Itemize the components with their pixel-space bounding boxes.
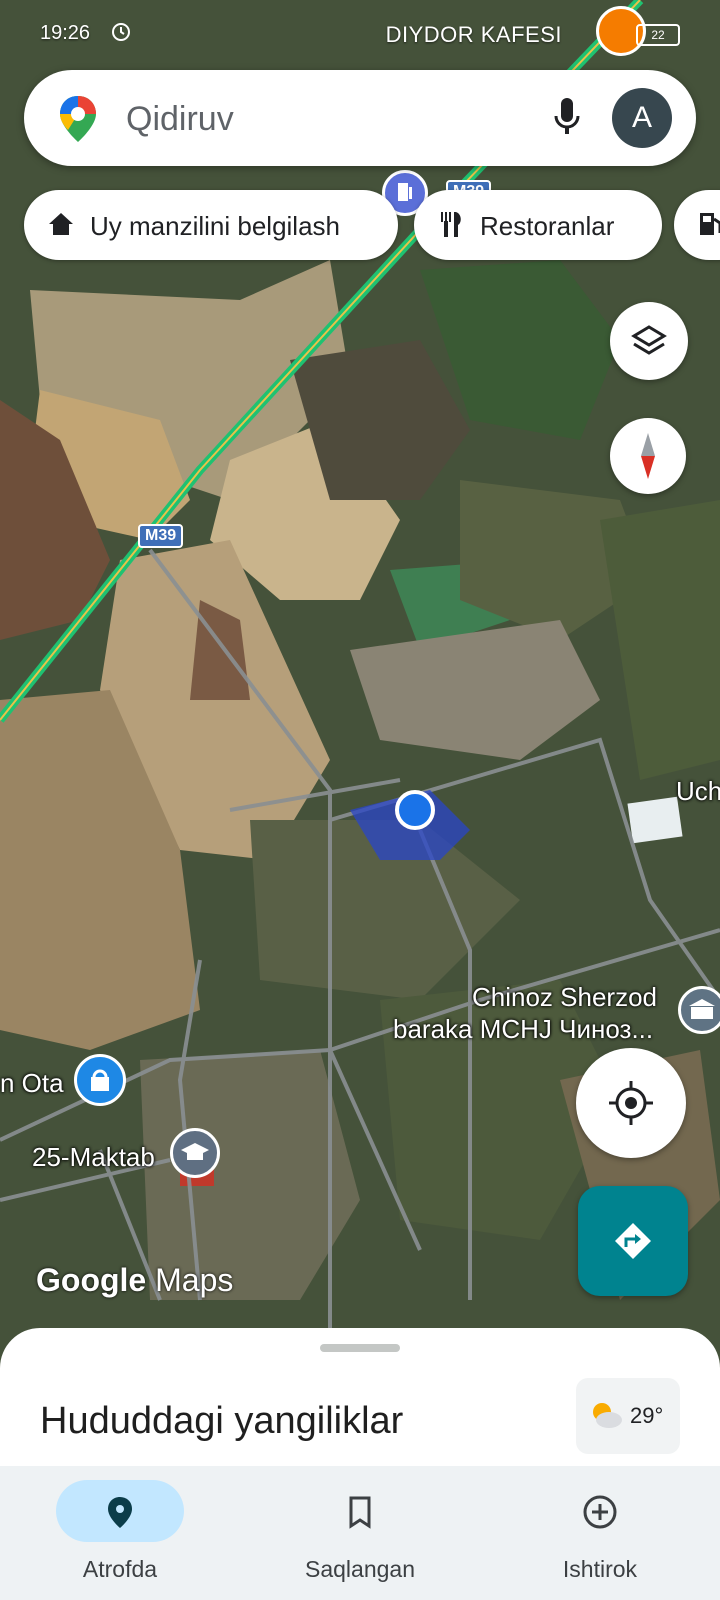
sheet-drag-handle[interactable] — [320, 1344, 400, 1352]
status-time: 19:26 — [40, 22, 91, 44]
nav-label-saved: Saqlangan — [305, 1556, 415, 1582]
place-label-uch[interactable]: Uch — [676, 776, 720, 807]
watermark-google: Google — [36, 1262, 147, 1298]
location-pin-icon — [108, 1497, 132, 1528]
add-circle-icon — [583, 1495, 617, 1529]
nav-item-saved[interactable]: Saqlangan — [240, 1466, 480, 1600]
google-maps-pin-icon — [58, 94, 98, 149]
crosshair-icon — [609, 1081, 653, 1125]
weather-chip[interactable]: 29° — [576, 1378, 680, 1454]
home-icon — [46, 209, 76, 246]
nav-item-explore[interactable]: Atrofda — [0, 1466, 240, 1600]
nav-label-contribute: Ishtirok — [562, 1556, 638, 1582]
account-avatar[interactable]: A — [612, 88, 672, 148]
nav-item-contribute[interactable]: Ishtirok — [480, 1466, 720, 1600]
compass-icon — [641, 433, 655, 479]
layers-icon — [631, 325, 667, 355]
weather-temperature: 29° — [630, 1403, 664, 1428]
microphone-icon[interactable] — [552, 96, 582, 143]
directions-icon — [615, 1223, 651, 1259]
status-place-label: DIYDOR KAFESI — [385, 22, 562, 47]
compass-button[interactable] — [610, 418, 686, 494]
battery-icon: 22 — [636, 24, 680, 46]
bottom-sheet[interactable]: Hududdagi yangiliklar 29° — [0, 1328, 720, 1468]
shopping-pin-icon[interactable] — [74, 1054, 126, 1106]
place-label-25-maktab[interactable]: 25-Maktab — [32, 1142, 155, 1173]
chip-home-label: Uy manzilini belgilash — [90, 211, 340, 241]
place-label-ota[interactable]: n Ota — [0, 1068, 64, 1099]
bottom-navigation: Atrofda Saqlangan Ishtirok — [0, 1466, 720, 1600]
layers-button[interactable] — [610, 302, 688, 380]
my-location-button[interactable] — [576, 1048, 686, 1158]
gas-station-icon — [696, 209, 720, 246]
search-bar[interactable]: Qidiruv A — [24, 70, 696, 166]
watermark-maps: Maps — [155, 1262, 234, 1298]
chip-home-address[interactable]: Uy manzilini belgilash — [24, 190, 398, 260]
sheet-title: Hududdagi yangiliklar — [40, 1400, 404, 1442]
chip-restaurants-label: Restoranlar — [480, 211, 615, 241]
chip-restaurants[interactable]: Restoranlar — [414, 190, 662, 260]
place-label-chinoz-sherzod-line2[interactable]: baraka MCHJ Чиноз... — [393, 1014, 653, 1045]
partly-cloudy-icon — [593, 1403, 622, 1428]
status-bar: 19:26 DIYDOR KAFESI 22 — [40, 18, 680, 52]
place-label-chinoz-sherzod[interactable]: Chinoz Sherzod — [472, 982, 657, 1013]
nav-label-explore: Atrofda — [82, 1556, 158, 1582]
search-input[interactable]: Qidiruv — [126, 100, 234, 139]
google-maps-watermark: Google Maps — [36, 1262, 233, 1299]
alarm-icon — [110, 20, 132, 48]
bookmark-icon — [349, 1496, 371, 1529]
bank-pin-icon[interactable] — [678, 986, 720, 1034]
restaurant-icon — [436, 209, 466, 246]
school-pin-icon[interactable] — [170, 1128, 220, 1178]
road-shield-m39: M39 — [138, 524, 184, 548]
directions-button[interactable] — [578, 1186, 688, 1296]
